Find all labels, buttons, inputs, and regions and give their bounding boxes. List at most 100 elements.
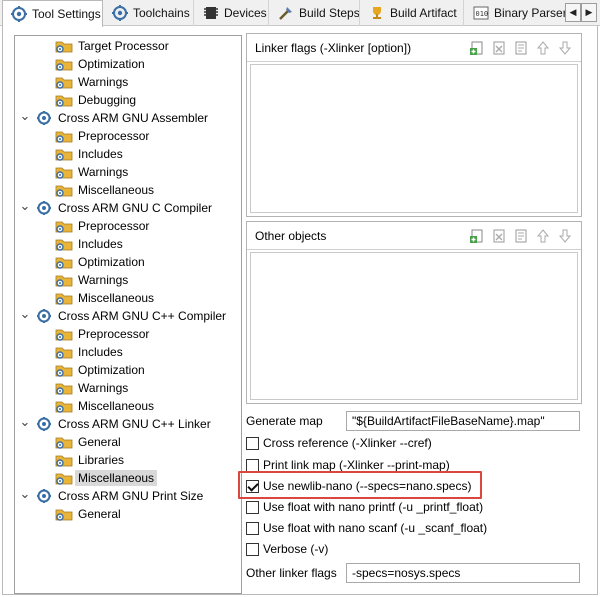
tree-item-label: Libraries	[78, 453, 125, 467]
tab-build-artifact[interactable]: Build Artifact	[361, 0, 464, 26]
option-checkbox-row[interactable]: Verbose (-v)	[246, 540, 328, 558]
tree-folder-item[interactable]: Libraries	[15, 451, 127, 469]
edit-icon[interactable]	[513, 40, 529, 56]
build-steps-icon	[278, 5, 294, 21]
delete-icon[interactable]	[491, 40, 507, 56]
settings-folder-icon	[55, 398, 73, 414]
other-linker-flags-input[interactable]: -specs=nosys.specs	[346, 563, 580, 583]
chip-icon	[203, 5, 219, 21]
generate-map-label: Generate map	[246, 414, 323, 428]
tree-folder-item[interactable]: Debugging	[15, 91, 139, 109]
tree-folder-item[interactable]: Target Processor	[15, 37, 172, 55]
settings-folder-icon	[55, 290, 73, 306]
generate-map-input[interactable]: "${BuildArtifactFileBaseName}.map"	[346, 411, 580, 431]
generate-map-row: Generate map "${BuildArtifactFileBaseNam…	[246, 411, 580, 431]
tool-gear-icon	[35, 416, 53, 432]
tree-item-label: Target Processor	[78, 39, 169, 53]
tree-item-label: Cross ARM GNU Print Size	[58, 489, 204, 503]
tab-build-steps[interactable]: Build Steps	[270, 0, 360, 26]
tree-folder-item[interactable]: Preprocessor	[15, 325, 152, 343]
tree-folder-item[interactable]: Optimization	[15, 253, 148, 271]
tree-item-label: Cross ARM GNU Assembler	[58, 111, 209, 125]
linker-flags-list[interactable]	[250, 64, 578, 213]
move-down-icon[interactable]	[557, 40, 573, 56]
option-checkbox[interactable]	[246, 458, 259, 472]
move-up-icon[interactable]	[535, 228, 551, 244]
expand-toggle-icon[interactable]: ⌄	[19, 109, 31, 127]
add-icon[interactable]	[469, 40, 485, 56]
tab-label: Devices	[224, 6, 267, 20]
tree-item-label: Optimization	[78, 255, 145, 269]
tab-tool-settings[interactable]: Tool Settings	[2, 0, 103, 27]
settings-folder-icon	[55, 506, 73, 522]
tree-folder-item[interactable]: Preprocessor	[15, 127, 152, 145]
move-down-icon[interactable]	[557, 228, 573, 244]
settings-folder-icon	[55, 146, 73, 162]
other-objects-toolbar	[469, 228, 581, 244]
option-checkbox-row[interactable]: Use float with nano scanf (-u _scanf_flo…	[246, 519, 487, 537]
tab-toolchains[interactable]: Toolchains	[104, 0, 194, 26]
tree-tool-item[interactable]: ⌄ Cross ARM GNU Print Size	[15, 487, 206, 505]
expand-toggle-icon[interactable]: ⌄	[19, 487, 31, 505]
tree-item-label: Includes	[78, 345, 123, 359]
settings-folder-icon	[55, 326, 73, 342]
tree-folder-item[interactable]: Miscellaneous	[15, 469, 158, 487]
tree-folder-item[interactable]: Miscellaneous	[15, 181, 157, 199]
option-checkbox[interactable]	[246, 521, 259, 535]
other-objects-list[interactable]	[250, 252, 578, 400]
settings-folder-icon	[55, 236, 73, 252]
tab-label: Build Artifact	[390, 6, 457, 20]
move-up-icon[interactable]	[535, 40, 551, 56]
option-checkbox[interactable]	[246, 542, 259, 556]
tab-scroll-left-button[interactable]: ◀	[565, 3, 581, 22]
tree-item-label: General	[78, 507, 121, 521]
tool-gear-icon	[35, 308, 53, 324]
tree-folder-item[interactable]: General	[15, 433, 124, 451]
settings-folder-icon	[55, 92, 73, 108]
tree-folder-item[interactable]: Optimization	[15, 55, 148, 73]
tree-folder-item[interactable]: Miscellaneous	[15, 397, 157, 415]
tree-folder-item[interactable]: Warnings	[15, 73, 131, 91]
tab-scroll-right-button[interactable]: ▶	[581, 3, 597, 22]
tree-item-label: Preprocessor	[78, 219, 150, 233]
other-linker-flags-label: Other linker flags	[246, 566, 337, 580]
trophy-icon	[369, 5, 385, 21]
binary-icon: 010	[473, 5, 489, 21]
tree-folder-item[interactable]: Miscellaneous	[15, 289, 157, 307]
expand-toggle-icon[interactable]: ⌄	[19, 415, 31, 433]
expand-toggle-icon[interactable]: ⌄	[19, 307, 31, 325]
tree-folder-item[interactable]: Warnings	[15, 379, 131, 397]
tree-folder-item[interactable]: Includes	[15, 145, 126, 163]
tree-item-label: Debugging	[78, 93, 137, 107]
tree-folder-item[interactable]: Preprocessor	[15, 217, 152, 235]
tree-folder-item[interactable]: Warnings	[15, 163, 131, 181]
option-checkbox-row[interactable]: Cross reference (-Xlinker --cref)	[246, 434, 432, 452]
tree-tool-item[interactable]: ⌄ Cross ARM GNU Assembler	[15, 109, 211, 127]
tab-binary-parsers[interactable]: 010 Binary Parsers	[465, 0, 565, 26]
tree-item-label: Preprocessor	[78, 129, 150, 143]
tab-devices[interactable]: Devices	[195, 0, 269, 26]
add-icon[interactable]	[469, 228, 485, 244]
option-checkbox-row[interactable]: Use float with nano printf (-u _printf_f…	[246, 498, 483, 516]
settings-folder-icon	[55, 380, 73, 396]
tree-item-label: Optimization	[78, 57, 145, 71]
tree-item-label: Miscellaneous	[78, 399, 155, 413]
tree-folder-item[interactable]: Includes	[15, 235, 126, 253]
settings-folder-icon	[55, 56, 73, 72]
tree-tool-item[interactable]: ⌄ Cross ARM GNU C Compiler	[15, 199, 215, 217]
settings-folder-icon	[55, 128, 73, 144]
tree-folder-item[interactable]: Includes	[15, 343, 126, 361]
expand-toggle-icon[interactable]: ⌄	[19, 199, 31, 217]
edit-icon[interactable]	[513, 228, 529, 244]
tree-item-label: Warnings	[78, 165, 129, 179]
tool-gear-icon	[35, 110, 53, 126]
tree-folder-item[interactable]: Warnings	[15, 271, 131, 289]
option-checkbox[interactable]	[246, 436, 259, 450]
settings-tree: Target Processor Optimization Warnings Debu…	[14, 35, 242, 594]
tree-folder-item[interactable]: Optimization	[15, 361, 148, 379]
option-checkbox[interactable]	[246, 500, 259, 514]
tree-folder-item[interactable]: General	[15, 505, 124, 523]
tree-tool-item[interactable]: ⌄ Cross ARM GNU C++ Linker	[15, 415, 214, 433]
delete-icon[interactable]	[491, 228, 507, 244]
tree-tool-item[interactable]: ⌄ Cross ARM GNU C++ Compiler	[15, 307, 229, 325]
